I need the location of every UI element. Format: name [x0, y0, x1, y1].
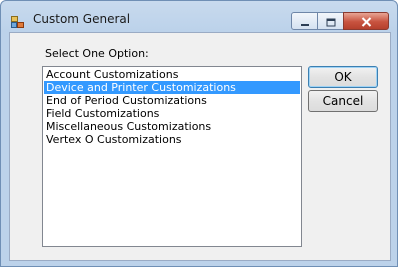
close-button[interactable]	[343, 12, 389, 30]
list-item[interactable]: Vertex O Customizations	[44, 133, 300, 146]
list-item[interactable]: Account Customizations	[44, 68, 300, 81]
close-icon	[361, 12, 372, 31]
list-item[interactable]: Field Customizations	[44, 107, 300, 120]
list-item-selected[interactable]: Device and Printer Customizations	[44, 81, 300, 94]
cancel-button[interactable]: Cancel	[308, 90, 378, 112]
dialog-window: Custom General Select One Option: Accoun…	[0, 0, 398, 267]
list-item[interactable]: End of Period Customizations	[44, 94, 300, 107]
list-item[interactable]: Miscellaneous Customizations	[44, 120, 300, 133]
options-listbox[interactable]: Account Customizations Device and Printe…	[42, 66, 302, 247]
prompt-label: Select One Option:	[45, 47, 149, 60]
app-icon	[11, 13, 24, 28]
ok-button[interactable]: OK	[308, 66, 378, 88]
dialog-client-area: Select One Option: Account Customization…	[9, 32, 391, 261]
minimize-icon	[300, 12, 310, 31]
window-title: Custom General	[33, 12, 131, 26]
title-bar[interactable]: Custom General	[1, 1, 397, 35]
maximize-button[interactable]	[317, 12, 344, 30]
minimize-button[interactable]	[291, 12, 318, 30]
maximize-icon	[326, 12, 336, 31]
